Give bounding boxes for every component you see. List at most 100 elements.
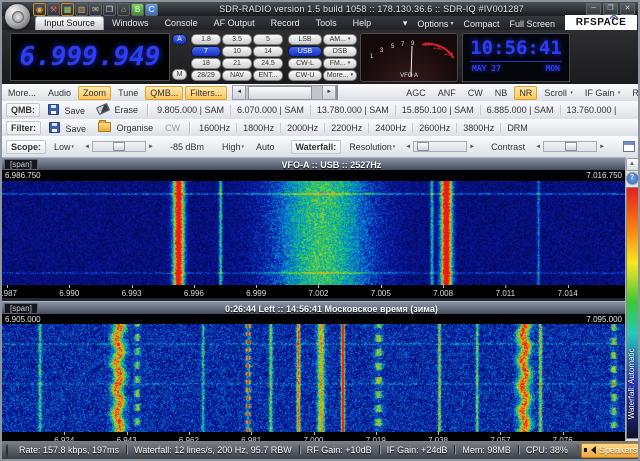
- slider-left-icon[interactable]: ◄: [82, 144, 92, 150]
- filter-width-option[interactable]: 3800Hz: [456, 123, 500, 133]
- scope-auto-button[interactable]: Auto: [251, 140, 280, 154]
- qmb-memory[interactable]: 6.070.000 | SAM: [230, 105, 310, 115]
- band-button[interactable]: NAV: [222, 70, 252, 81]
- mode-button[interactable]: DSB: [323, 46, 357, 57]
- scope-low-dropdown[interactable]: Low▾: [49, 140, 79, 154]
- close-button[interactable]: ✕: [620, 3, 635, 15]
- slider-left-icon[interactable]: ◄: [403, 144, 413, 150]
- band-button[interactable]: 7: [191, 46, 221, 57]
- filter-width-option[interactable]: 2200Hz: [324, 123, 368, 133]
- tuning-scrollbar[interactable]: ◄ ►: [232, 86, 336, 99]
- menu-tab[interactable]: Record: [263, 17, 308, 30]
- filter-save-button[interactable]: Save: [44, 120, 91, 136]
- menu-tab[interactable]: Windows: [104, 17, 157, 30]
- menu-tab[interactable]: Help: [345, 17, 380, 30]
- dsp-toggle[interactable]: CW: [463, 86, 488, 100]
- scope-high-dropdown[interactable]: High▾: [217, 140, 249, 154]
- waterfall2-header[interactable]: [span] 0:26:44 Left :: 14:56:41 Московск…: [2, 301, 625, 315]
- mode-button[interactable]: FM... ▾: [323, 58, 357, 69]
- quick-access-icon[interactable]: ❐: [103, 3, 116, 16]
- quick-access-icon[interactable]: ⚒: [47, 3, 60, 16]
- toolbar-button[interactable]: QMB...: [145, 86, 183, 100]
- dsp-toggle[interactable]: NR: [514, 86, 537, 100]
- mode-button[interactable]: CW-L: [288, 58, 322, 69]
- waterfall-options-button[interactable]: ...: [616, 139, 640, 155]
- minimize-button[interactable]: ─: [586, 3, 601, 15]
- quick-access-icon[interactable]: ✉: [89, 3, 102, 16]
- qmb-save-button[interactable]: Save: [43, 102, 90, 118]
- qmb-memory[interactable]: 13.760.000 |: [560, 105, 623, 115]
- slider-thumb[interactable]: [113, 142, 125, 151]
- toolbar-button[interactable]: More...: [3, 86, 41, 100]
- options-menu[interactable]: Options ▾: [417, 19, 453, 29]
- slider-right-icon[interactable]: ►: [467, 144, 477, 150]
- slider-right-icon[interactable]: ►: [146, 144, 156, 150]
- vfo-a-button[interactable]: A: [172, 34, 187, 45]
- band-button[interactable]: 18: [191, 58, 221, 69]
- slider-thumb[interactable]: [565, 142, 577, 151]
- ribbon-collapse-icon[interactable]: ▾: [403, 18, 408, 29]
- collapse-panel-icon[interactable]: ▴: [626, 158, 639, 171]
- dsp-toggle[interactable]: AGC: [401, 86, 431, 100]
- frequency-display[interactable]: 6.999.949: [10, 33, 170, 81]
- toolbar-button[interactable]: Audio: [43, 86, 76, 100]
- band-button[interactable]: 14: [253, 46, 283, 57]
- quick-access-icon[interactable]: ⌂: [117, 3, 130, 16]
- waterfall1-header[interactable]: [span] VFO-A :: USB :: 2527Hz: [2, 157, 625, 171]
- menu-tab[interactable]: Input Source: [35, 16, 104, 30]
- band-button[interactable]: 1.8: [191, 34, 221, 45]
- gain-dropdown[interactable]: RF Gain ▾: [627, 86, 640, 100]
- filter-width-option[interactable]: 2000Hz: [280, 123, 324, 133]
- app-menu-orb[interactable]: [4, 3, 31, 30]
- filter-width-option[interactable]: 2400Hz: [368, 123, 412, 133]
- waterfall-color-legend[interactable]: Waterfall: Automatic: [626, 187, 639, 439]
- qmb-memory[interactable]: 6.885.000 | SAM: [480, 105, 560, 115]
- menu-tab[interactable]: Tools: [308, 17, 345, 30]
- slider-left-icon[interactable]: ◄: [533, 144, 543, 150]
- gain-dropdown[interactable]: IF Gain ▾: [580, 86, 626, 100]
- scroll-right-icon[interactable]: ►: [322, 85, 336, 100]
- slider-thumb[interactable]: [417, 142, 429, 151]
- dsp-toggle[interactable]: ANF: [433, 86, 461, 100]
- toolbar-button[interactable]: Filters...: [185, 86, 227, 100]
- quick-access-icon[interactable]: ▦: [61, 3, 74, 16]
- quick-access-icon[interactable]: C: [145, 3, 158, 16]
- qmb-memory[interactable]: 9.805.000 | SAM: [151, 105, 230, 115]
- filter-organise-button[interactable]: Organise: [93, 120, 158, 135]
- waterfall-display-1[interactable]: [2, 181, 629, 285]
- mode-button[interactable]: More... ▾: [323, 70, 357, 81]
- filter-width-option[interactable]: DRM: [500, 123, 534, 133]
- band-button[interactable]: 21: [222, 58, 252, 69]
- scrollbar-thumb[interactable]: [248, 86, 312, 100]
- scope-low-slider[interactable]: ◄ ►: [82, 141, 156, 152]
- resolution-slider[interactable]: ◄ ►: [403, 141, 477, 152]
- filter-width-option[interactable]: 1800Hz: [236, 123, 280, 133]
- gain-dropdown[interactable]: Scroll ▾: [539, 86, 578, 100]
- band-button[interactable]: 24.5: [253, 58, 283, 69]
- filter-width-option[interactable]: 2600Hz: [412, 123, 456, 133]
- quick-access-icon[interactable]: ▥: [75, 3, 88, 16]
- mode-button[interactable]: USB: [288, 46, 322, 57]
- compact-button[interactable]: Compact: [463, 19, 499, 29]
- help-icon[interactable]: ?: [626, 172, 639, 185]
- scrollbar-track[interactable]: [246, 85, 322, 100]
- scroll-left-icon[interactable]: ◄: [232, 85, 246, 100]
- filter-width-option[interactable]: 1600Hz: [193, 123, 236, 133]
- memory-button[interactable]: M: [172, 69, 187, 80]
- dsp-toggle[interactable]: NB: [490, 86, 513, 100]
- mode-button[interactable]: CW-U: [288, 70, 322, 81]
- qmb-memory[interactable]: 15.850.100 | SAM: [395, 105, 480, 115]
- qmb-memory[interactable]: 13.780.000 | SAM: [310, 105, 395, 115]
- band-button[interactable]: 10: [222, 46, 252, 57]
- toolbar-button[interactable]: Tune: [113, 86, 143, 100]
- band-button[interactable]: 5: [253, 34, 283, 45]
- quick-access-icon[interactable]: ◉: [33, 3, 46, 16]
- resolution-dropdown[interactable]: Resolution▾: [344, 140, 400, 154]
- mode-button[interactable]: AM... ▾: [323, 34, 357, 45]
- band-button[interactable]: 3.5: [222, 34, 252, 45]
- toolbar-button[interactable]: Zoom: [78, 86, 111, 100]
- qmb-erase-button[interactable]: Erase: [92, 103, 143, 117]
- quick-access-icon[interactable]: B: [131, 3, 144, 16]
- menu-tab[interactable]: Console: [157, 17, 206, 30]
- span-indicator[interactable]: [span]: [4, 159, 38, 170]
